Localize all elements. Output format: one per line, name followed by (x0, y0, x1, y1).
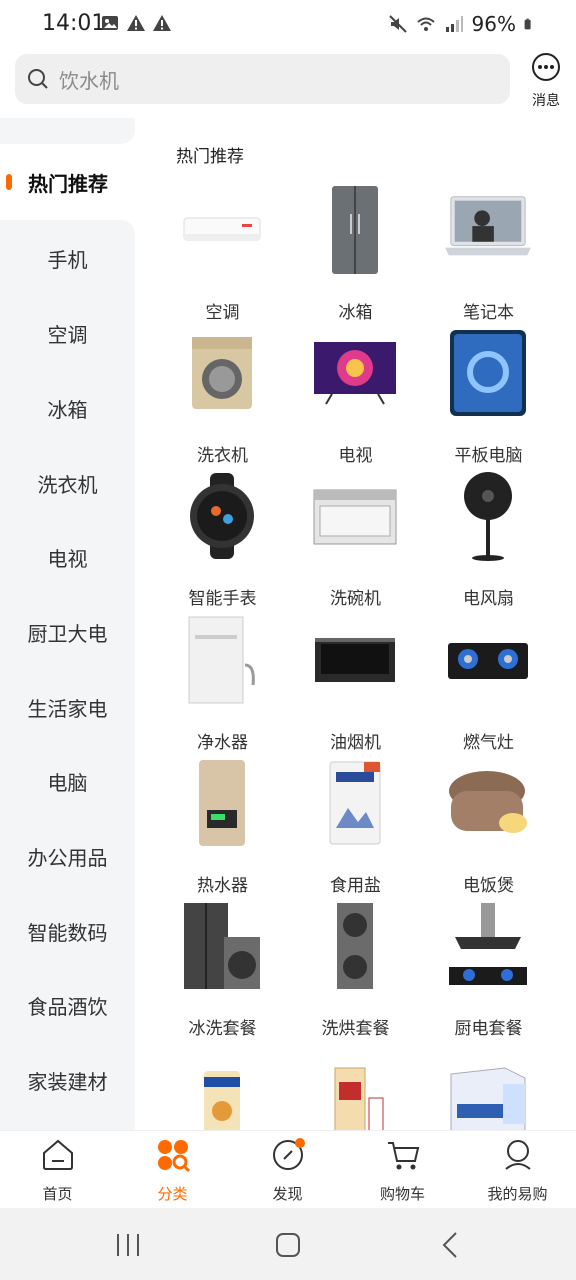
tab-category[interactable]: 分类 (115, 1137, 230, 1204)
product-liquor[interactable] (288, 1052, 423, 1130)
product-air-conditioner[interactable]: 空调 (155, 180, 290, 323)
milk-box-icon (443, 1052, 533, 1130)
tab-home[interactable]: 首页 (0, 1137, 115, 1204)
warning-icon (153, 15, 171, 31)
product-washer-dryer-set[interactable]: 洗烘套餐 (288, 896, 423, 1039)
bottom-tab-bar: 首页 分类 发现 购物车 我的易购 (0, 1130, 576, 1209)
warning-icon (127, 15, 145, 31)
sidebar-item-fridge[interactable]: 冰箱 (0, 394, 135, 423)
salt-icon (310, 753, 400, 853)
air-conditioner-icon (177, 180, 267, 280)
product-fridge-washer-set[interactable]: 冰洗套餐 (155, 896, 290, 1039)
category-sidebar: 热门推荐 手机 空调 冰箱 洗衣机 电视 厨卫大电 生活家电 电脑 办公用品 智… (0, 118, 135, 1130)
profile-icon (504, 1140, 531, 1170)
product-grid: 空调 冰箱 笔记本 洗衣机 电视 平板电脑 智能手表 洗碗机 电风扇 净水器 油… (155, 180, 576, 1130)
search-bar[interactable]: 饮水机 (15, 54, 510, 104)
smart-watch-icon (177, 466, 267, 566)
product-water-heater[interactable]: 热水器 (155, 753, 290, 896)
cart-icon (387, 1142, 419, 1170)
product-kitchen-set[interactable]: 厨电套餐 (421, 896, 556, 1039)
product-tablet[interactable]: 平板电脑 (421, 323, 556, 466)
water-heater-icon (177, 753, 267, 853)
liquor-icon (310, 1052, 400, 1130)
refrigerator-icon (310, 180, 400, 280)
back-icon[interactable] (430, 1230, 470, 1260)
mute-icon (388, 15, 407, 33)
tab-discover[interactable]: 发现 (230, 1137, 345, 1204)
sidebar-item-decor[interactable]: 家装建材 (0, 1066, 135, 1095)
fridge-washer-set-icon (177, 896, 267, 996)
rice-cooker-icon (443, 753, 533, 853)
gas-stove-icon (443, 610, 533, 710)
image-icon (102, 16, 118, 30)
tab-cart[interactable]: 购物车 (345, 1137, 460, 1204)
active-indicator (6, 174, 12, 190)
water-purifier-icon (177, 610, 267, 710)
laptop-icon (443, 180, 533, 280)
milk-powder-icon (177, 1052, 267, 1130)
search-icon (28, 69, 48, 89)
status-time: 14:01 (42, 11, 106, 36)
system-nav-bar (0, 1208, 576, 1280)
status-bar: 14:01 96% (0, 0, 576, 48)
section-title: 热门推荐 (176, 147, 244, 167)
sidebar-item-ac[interactable]: 空调 (0, 319, 135, 348)
washer-dryer-set-icon (310, 896, 400, 996)
sidebar-item-food[interactable]: 食品酒饮 (0, 991, 135, 1020)
tab-profile[interactable]: 我的易购 (460, 1137, 575, 1204)
category-icon (157, 1140, 190, 1173)
product-washing-machine[interactable]: 洗衣机 (155, 323, 290, 466)
signal-icon (445, 16, 463, 32)
sidebar-item-computer[interactable]: 电脑 (0, 767, 135, 796)
product-dishwasher[interactable]: 洗碗机 (288, 466, 423, 609)
tv-icon (310, 323, 400, 423)
sidebar-item-tv[interactable]: 电视 (0, 543, 135, 572)
message-icon (532, 53, 560, 81)
dishwasher-icon (310, 466, 400, 566)
product-fan[interactable]: 电风扇 (421, 466, 556, 609)
header: 饮水机 消息 (0, 48, 576, 118)
product-salt[interactable]: 食用盐 (288, 753, 423, 896)
product-laptop[interactable]: 笔记本 (421, 180, 556, 323)
product-milk-box[interactable] (421, 1052, 556, 1130)
product-rice-cooker[interactable]: 电饭煲 (421, 753, 556, 896)
product-smart-watch[interactable]: 智能手表 (155, 466, 290, 609)
discover-icon (272, 1138, 305, 1170)
battery-icon (524, 18, 531, 30)
product-range-hood[interactable]: 油烟机 (288, 610, 423, 753)
tablet-icon (443, 323, 533, 423)
product-refrigerator[interactable]: 冰箱 (288, 180, 423, 323)
washing-machine-icon (177, 323, 267, 423)
recent-apps-icon[interactable] (108, 1230, 148, 1260)
home-nav-icon[interactable] (268, 1230, 308, 1260)
sidebar-item-washer[interactable]: 洗衣机 (0, 469, 135, 498)
battery-percent: 96% (471, 12, 516, 36)
home-icon (42, 1139, 73, 1170)
sidebar-item-hot[interactable]: 热门推荐 (0, 144, 135, 220)
product-water-purifier[interactable]: 净水器 (155, 610, 290, 753)
message-label: 消息 (532, 93, 560, 109)
product-gas-stove[interactable]: 燃气灶 (421, 610, 556, 753)
product-milk-powder[interactable] (155, 1052, 290, 1130)
sidebar-item-phone[interactable]: 手机 (0, 244, 135, 273)
wifi-icon (416, 17, 435, 31)
sidebar-item-home-appliance[interactable]: 生活家电 (0, 693, 135, 722)
fan-icon (443, 466, 533, 566)
message-button[interactable]: 消息 (526, 52, 566, 110)
sidebar-item-kitchen[interactable]: 厨卫大电 (0, 618, 135, 647)
range-hood-icon (310, 610, 400, 710)
sidebar-item-label: 热门推荐 (28, 172, 108, 196)
search-placeholder: 饮水机 (59, 68, 119, 93)
sidebar-item-office[interactable]: 办公用品 (0, 842, 135, 871)
sidebar-item-digital[interactable]: 智能数码 (0, 917, 135, 946)
product-tv[interactable]: 电视 (288, 323, 423, 466)
kitchen-set-icon (443, 896, 533, 996)
